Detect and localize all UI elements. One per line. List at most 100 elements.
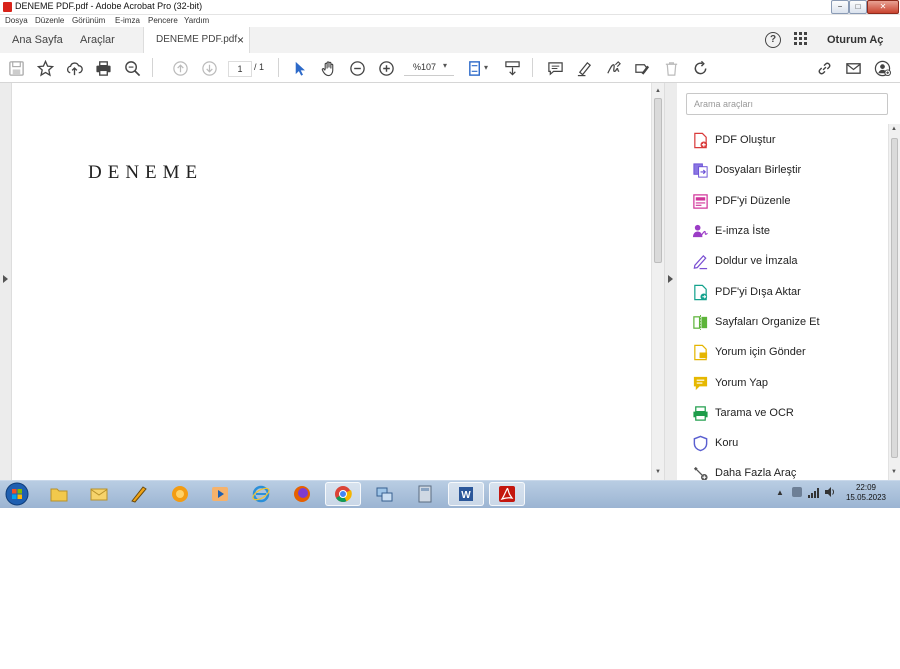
close-window-button[interactable]: ✕ (867, 0, 899, 14)
tool-combine-files[interactable]: Dosyaları Birleştir (692, 159, 882, 181)
page-up-icon[interactable] (170, 58, 190, 78)
tool-label: Dosyaları Birleştir (715, 164, 802, 176)
scroll-down-icon[interactable]: ▼ (655, 469, 661, 475)
scrollbar-thumb[interactable] (654, 98, 662, 263)
minimize-button[interactable]: − (831, 0, 849, 14)
bookmark-star-icon[interactable] (35, 58, 55, 78)
menu-bar: Dosya Düzenle Görünüm E-imza Pencere Yar… (0, 15, 900, 27)
delete-icon[interactable] (661, 58, 681, 78)
menu-help[interactable]: Yardım (184, 16, 209, 25)
export-pdf-icon (692, 284, 709, 301)
pane-scroll-down-icon[interactable]: ▼ (891, 469, 897, 475)
pencil-app-icon[interactable] (121, 482, 157, 506)
acrobat-app-icon (3, 2, 12, 12)
comment-icon[interactable] (545, 58, 565, 78)
acrobat-icon[interactable] (489, 482, 525, 506)
pane-scrollbar-thumb[interactable] (891, 138, 898, 458)
maximize-button[interactable]: □ (849, 0, 867, 14)
clock-date: 15.05.2023 (845, 493, 887, 502)
close-tab-button[interactable]: × (237, 27, 244, 53)
zoom-out-icon[interactable] (347, 58, 367, 78)
search-zoom-icon[interactable] (122, 58, 142, 78)
start-orb-icon[interactable] (4, 482, 30, 506)
tool-label: Doldur ve İmzala (715, 255, 798, 267)
tool-send-comment[interactable]: Yorum için Gönder (692, 341, 882, 363)
tool-create-pdf[interactable]: PDF Oluştur (692, 129, 882, 151)
tools-pane-scrollbar[interactable]: ▲ ▼ (888, 124, 900, 480)
fit-page-chevron-icon[interactable]: ▾ (484, 63, 488, 72)
scroll-up-icon[interactable]: ▲ (655, 88, 661, 94)
pane-scroll-up-icon[interactable]: ▲ (891, 126, 897, 132)
tray-network-icon[interactable] (792, 487, 802, 497)
tool-label: Yorum için Gönder (715, 346, 806, 358)
menu-edit[interactable]: Düzenle (35, 16, 64, 25)
firefox-orange-icon[interactable] (162, 482, 198, 506)
tray-volume-icon[interactable] (824, 486, 836, 498)
file-explorer-icon[interactable] (41, 482, 77, 506)
tool-more-tools[interactable]: Daha Fazla Araç (692, 462, 882, 480)
tab-document[interactable]: DENEME PDF.pdf × (143, 27, 250, 53)
cloud-upload-icon[interactable] (64, 58, 84, 78)
tool-edit-pdf[interactable]: PDF'yi Düzenle (692, 190, 882, 212)
save-icon[interactable] (6, 58, 26, 78)
system-clock[interactable]: 22:09 15.05.2023 (836, 483, 896, 503)
menu-file[interactable]: Dosya (5, 16, 28, 25)
tool-export-pdf[interactable]: PDF'yi Dışa Aktar (692, 281, 882, 303)
email-icon[interactable] (843, 58, 863, 78)
tool-label: Tarama ve OCR (715, 407, 794, 419)
calculator-icon[interactable] (407, 482, 443, 506)
chevron-down-icon: ▾ (443, 61, 448, 70)
sign-icon[interactable] (603, 58, 623, 78)
rotate-icon[interactable] (690, 58, 710, 78)
media-player-icon[interactable] (202, 482, 238, 506)
tool-comment[interactable]: Yorum Yap (692, 372, 882, 394)
word-icon[interactable]: W (448, 482, 484, 506)
print-icon[interactable] (93, 58, 113, 78)
firefox-icon[interactable] (284, 482, 320, 506)
tool-label: PDF'yi Düzenle (715, 195, 791, 207)
fit-page-icon[interactable] (465, 58, 485, 78)
highlight-icon[interactable] (574, 58, 594, 78)
menu-view[interactable]: Görünüm (72, 16, 105, 25)
chrome-icon[interactable] (325, 482, 361, 506)
menu-esign[interactable]: E-imza (115, 16, 140, 25)
left-panel-toggle[interactable] (0, 83, 12, 480)
more-tools-icon (692, 465, 709, 480)
apps-grid-icon[interactable] (794, 32, 808, 46)
select-cursor-icon[interactable] (289, 58, 309, 78)
tool-label: E-imza İste (715, 225, 771, 237)
expand-arrow-icon (3, 275, 8, 283)
network-app-icon[interactable] (366, 482, 402, 506)
document-view[interactable] (12, 83, 651, 480)
document-scrollbar[interactable]: ▲ ▼ (651, 83, 664, 480)
window-title: DENEME PDF.pdf - Adobe Acrobat Pro (32-b… (15, 1, 203, 11)
help-icon[interactable]: ? (765, 32, 781, 48)
page-number-input[interactable]: 1 (228, 61, 252, 77)
tools-pane-toggle[interactable] (664, 83, 678, 480)
hand-icon[interactable] (318, 58, 338, 78)
tray-show-hidden-icon[interactable]: ▲ (776, 488, 784, 497)
scroll-mode-icon[interactable] (502, 58, 522, 78)
menu-window[interactable]: Pencere (148, 16, 178, 25)
page-down-icon[interactable] (199, 58, 219, 78)
outlook-icon[interactable] (81, 482, 117, 506)
share-link-icon[interactable] (814, 58, 834, 78)
tool-scan-ocr[interactable]: Tarama ve OCR (692, 402, 882, 424)
tool-organize-pages[interactable]: Sayfaları Organize Et (692, 311, 882, 333)
tool-fill-sign[interactable]: Doldur ve İmzala (692, 250, 882, 272)
tab-tools[interactable]: Araçlar (80, 27, 115, 53)
document-tab-label: DENEME PDF.pdf (156, 34, 238, 45)
tray-signal-icon[interactable] (808, 487, 820, 498)
add-user-icon[interactable] (872, 58, 892, 78)
tab-home[interactable]: Ana Sayfa (12, 27, 63, 53)
zoom-in-icon[interactable] (376, 58, 396, 78)
sign-in-button[interactable]: Oturum Aç (827, 27, 883, 53)
zoom-dropdown[interactable]: %107 ▾ (404, 60, 454, 76)
fill-sign-icon (692, 253, 709, 270)
edit-icon[interactable] (632, 58, 652, 78)
tool-label: Yorum Yap (715, 377, 769, 389)
tools-search-input[interactable]: Arama araçları (686, 93, 888, 115)
internet-explorer-icon[interactable] (243, 482, 279, 506)
tool-request-esign[interactable]: E-imza İste (692, 220, 882, 242)
tool-protect[interactable]: Koru (692, 432, 882, 454)
